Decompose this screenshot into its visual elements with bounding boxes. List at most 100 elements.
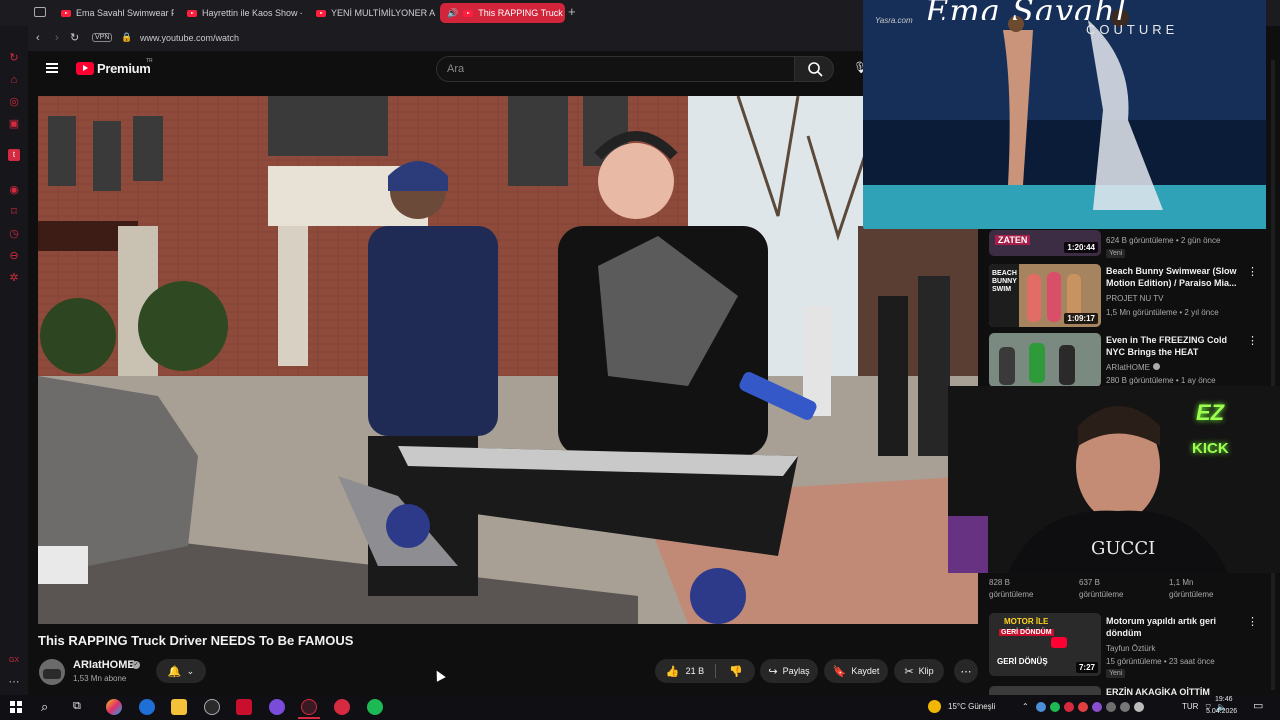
share-button[interactable]: ↪ Paylaş (760, 659, 818, 683)
verified-icon: ✓ (132, 661, 140, 669)
forward-icon[interactable]: › (55, 32, 59, 44)
clock-time[interactable]: 19:46 (1215, 696, 1233, 703)
vpn-badge[interactable]: VPN (92, 33, 113, 42)
more-icon[interactable]: ⋯ (8, 676, 20, 688)
weather-text[interactable]: 15°C Güneşli (948, 702, 995, 711)
copilot-icon[interactable] (106, 699, 122, 715)
rec-title[interactable]: Beach Bunny Swimwear (Slow Motion Editio… (1106, 265, 1244, 289)
gx-icon[interactable]: GX (8, 655, 20, 667)
channel-avatar[interactable] (39, 659, 65, 685)
youtube-favicon-icon (187, 9, 197, 17)
subscribed-button[interactable]: 🔔 ⌄ (156, 659, 206, 683)
opera-gx-icon[interactable] (301, 699, 317, 715)
reload-icon[interactable]: ↻ (70, 31, 79, 44)
more-actions-button[interactable]: ⋯ (954, 659, 978, 683)
rec-meta: 624 B görüntüleme • 2 gün önce (1106, 236, 1221, 245)
rec-title[interactable]: Even in The FREEZING Cold NYC Brings the… (1106, 334, 1244, 358)
kick-badge-bottom: KICK (1192, 440, 1229, 457)
settings-icon[interactable]: ✲ (8, 272, 20, 284)
rec-meta-label: görüntüleme (989, 590, 1034, 599)
rec-channel[interactable]: PROJET NU TV (1106, 293, 1164, 304)
weather-icon[interactable] (928, 700, 941, 713)
shopping-icon[interactable]: ⌂ (8, 74, 20, 86)
tab-hayrettin[interactable]: Hayrettin ile Kaos Show - (180, 3, 302, 23)
search-taskbar-icon[interactable]: ⌕ (41, 699, 48, 715)
rec-thumbnail-0[interactable]: ZATEN 1:20:44 (989, 230, 1101, 256)
rec-thumbnail-5[interactable] (989, 686, 1101, 695)
video-player[interactable] (38, 96, 978, 624)
tray-app-icon[interactable] (1036, 702, 1046, 712)
share-label: Paylaş (782, 666, 810, 676)
clock-date[interactable]: 5.04.2026 (1206, 708, 1237, 715)
dislike-button[interactable]: 👎 (717, 659, 755, 683)
tab-rapping-truck[interactable]: 🔊 This RAPPING Truck D (440, 3, 565, 23)
clip-button[interactable]: ✂ Klip (894, 659, 944, 683)
rec-menu-icon[interactable]: ⋮ (1247, 615, 1258, 628)
gx-control-icon[interactable]: ↻ (8, 52, 20, 64)
edge-icon[interactable] (139, 699, 155, 715)
page-scrollbar[interactable] (1271, 60, 1275, 690)
new-badge: Yeni (1106, 669, 1126, 678)
bell-icon: 🔔 (167, 665, 182, 678)
tray-app-icon[interactable] (1106, 702, 1116, 712)
search-input[interactable]: Ara (436, 56, 794, 82)
start-icon[interactable] (10, 701, 22, 713)
rec-thumbnail-4[interactable]: MOTOR İLE GERİ DÖNDÜM GERİ DÖNÜŞ 7:27 (989, 613, 1101, 676)
messenger-icon[interactable]: ◎ (8, 96, 20, 108)
player-icon[interactable]: ◉ (8, 184, 20, 196)
duration-badge: 1:20:44 (1064, 242, 1098, 253)
rec-meta-views: 828 B (989, 578, 1010, 587)
video-editor-icon[interactable] (236, 699, 252, 715)
obs-icon[interactable] (204, 699, 220, 715)
tray-app-icon[interactable] (1078, 702, 1088, 712)
hamburger-menu-icon[interactable] (46, 63, 58, 73)
new-tab-icon[interactable]: + (568, 4, 576, 19)
tray-icons (1036, 702, 1166, 714)
youtube-logo-icon[interactable] (76, 62, 94, 75)
tray-app-icon[interactable] (1092, 702, 1102, 712)
rec-meta: 1,5 Mn görüntüleme • 2 yıl önce (1106, 308, 1219, 317)
url-field[interactable]: www.youtube.com/watch (140, 33, 239, 43)
twitch-icon[interactable]: t (8, 149, 20, 161)
youtube-premium-logo[interactable]: Premium (97, 61, 151, 76)
instagram-icon[interactable]: ▣ (8, 118, 20, 130)
language-indicator[interactable]: TUR (1182, 702, 1198, 711)
rec-menu-icon[interactable]: ⋮ (1247, 265, 1258, 278)
tray-opera-icon[interactable] (1064, 702, 1074, 712)
thumb-text: BEACH BUNNY SWIM (992, 270, 1017, 293)
rec-thumbnail-1[interactable]: BEACH BUNNY SWIM 1:09:17 (989, 264, 1101, 327)
tab-multimilyoner[interactable]: YENİ MULTİMİLYONER AR (309, 3, 435, 23)
search-button[interactable] (794, 56, 834, 82)
pin-icon[interactable]: ⌑ (8, 206, 20, 218)
tab-ema-savahl[interactable]: Ema Savahl Swimwear Fa (54, 3, 174, 23)
spotify-icon[interactable] (367, 699, 383, 715)
rec-channel[interactable]: Tayfun Öztürk (1106, 643, 1155, 654)
rec-thumbnail-2[interactable] (989, 333, 1101, 387)
rec-title[interactable]: Motorum yapıldı artık geri döndüm (1106, 615, 1236, 639)
tray-microphone-icon[interactable] (1134, 702, 1144, 712)
youtube-favicon-icon (463, 9, 474, 17)
rec-menu-icon[interactable]: ⋮ (1247, 334, 1258, 347)
discord-icon[interactable] (269, 699, 285, 715)
tab-menu-icon[interactable] (34, 7, 46, 17)
rec-channel[interactable]: ARIatHOME (1106, 362, 1150, 373)
downloads-icon[interactable]: ⊖ (8, 250, 20, 262)
rec-title[interactable]: ERZİN AKAGİKA OİTTİM (1106, 686, 1244, 695)
tray-spotify-icon[interactable] (1050, 702, 1060, 712)
notification-icon[interactable]: ▭ (1253, 699, 1263, 712)
duration-badge: 1:09:17 (1064, 313, 1098, 324)
video-title: This RAPPING Truck Driver NEEDS To Be FA… (38, 633, 354, 648)
youtube-favicon-icon (61, 9, 71, 17)
file-explorer-icon[interactable] (171, 699, 187, 715)
tray-app-icon[interactable] (1120, 702, 1130, 712)
opera-icon[interactable] (334, 699, 350, 715)
save-button[interactable]: 🔖 Kaydet (824, 659, 888, 683)
like-button[interactable]: 👍 21 B (655, 659, 715, 683)
channel-name[interactable]: ARIatHOME (73, 659, 135, 671)
more-horizontal-icon: ⋯ (960, 665, 972, 678)
task-view-icon[interactable]: ⧉ (73, 700, 81, 713)
history-icon[interactable]: ◷ (8, 228, 20, 240)
back-icon[interactable]: ‹ (36, 32, 40, 44)
rec-meta-label: görüntüleme (1169, 590, 1214, 599)
tray-overflow-icon[interactable]: ⌃ (1022, 702, 1029, 711)
